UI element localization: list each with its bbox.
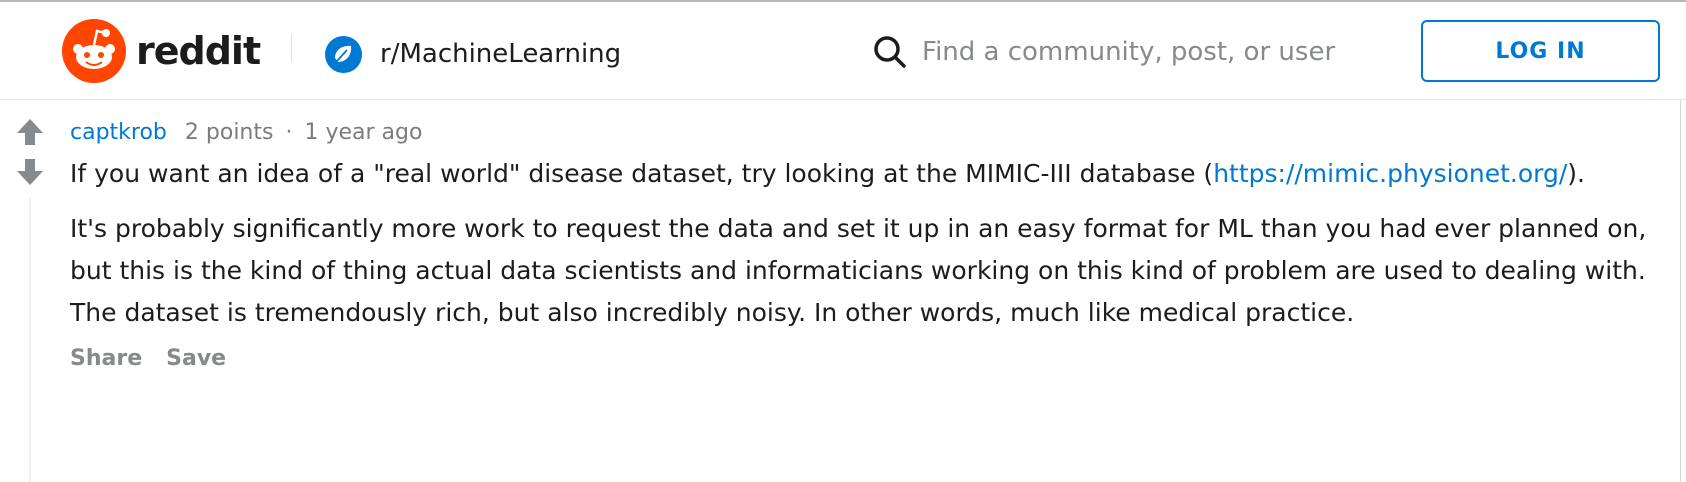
comment-meta: captkrob 2 points · 1 year ago bbox=[70, 116, 1650, 148]
search-input[interactable] bbox=[922, 37, 1342, 67]
comment-timestamp[interactable]: 1 year ago bbox=[304, 120, 422, 145]
search-icon bbox=[874, 36, 906, 68]
community-link[interactable]: r/MachineLearning bbox=[325, 34, 621, 74]
header-divider bbox=[291, 34, 292, 62]
save-button[interactable]: Save bbox=[166, 346, 226, 371]
comment-thread-line[interactable] bbox=[29, 198, 31, 482]
logo-wordmark: reddit bbox=[136, 29, 261, 73]
community-name: r/MachineLearning bbox=[380, 39, 622, 69]
meta-separator: · bbox=[285, 119, 293, 145]
downvote-arrow-icon[interactable] bbox=[14, 156, 46, 188]
search-bar[interactable] bbox=[872, 30, 1352, 74]
comment-body: If you want an idea of a "real world" di… bbox=[70, 153, 1650, 334]
share-button[interactable]: Share bbox=[70, 346, 142, 371]
paragraph-text: If you want an idea of a "real world" di… bbox=[70, 159, 1214, 188]
community-icon bbox=[325, 35, 362, 73]
comment-author[interactable]: captkrob bbox=[70, 120, 167, 145]
comment-paragraph: If you want an idea of a "real world" di… bbox=[70, 153, 1650, 195]
paragraph-text: ). bbox=[1567, 159, 1585, 188]
vote-controls bbox=[14, 116, 48, 196]
reddit-logo[interactable]: reddit bbox=[62, 18, 261, 84]
login-button[interactable]: LOG IN bbox=[1421, 20, 1660, 82]
comment-points: 2 points bbox=[184, 119, 274, 145]
comment-paragraph: It's probably significantly more work to… bbox=[70, 214, 1647, 327]
scrollbar-edge bbox=[1680, 100, 1681, 482]
mimic-link[interactable]: https://mimic.physionet.org/ bbox=[1213, 159, 1567, 188]
reddit-snoo-icon bbox=[62, 19, 126, 83]
comment-actions: Share Save bbox=[70, 346, 1650, 371]
top-bar: reddit r/MachineLearning LOG IN bbox=[0, 2, 1686, 100]
comment: captkrob 2 points · 1 year ago If you wa… bbox=[70, 116, 1650, 372]
upvote-arrow-icon[interactable] bbox=[14, 116, 46, 148]
page: reddit r/MachineLearning LOG IN bbox=[0, 0, 1686, 482]
